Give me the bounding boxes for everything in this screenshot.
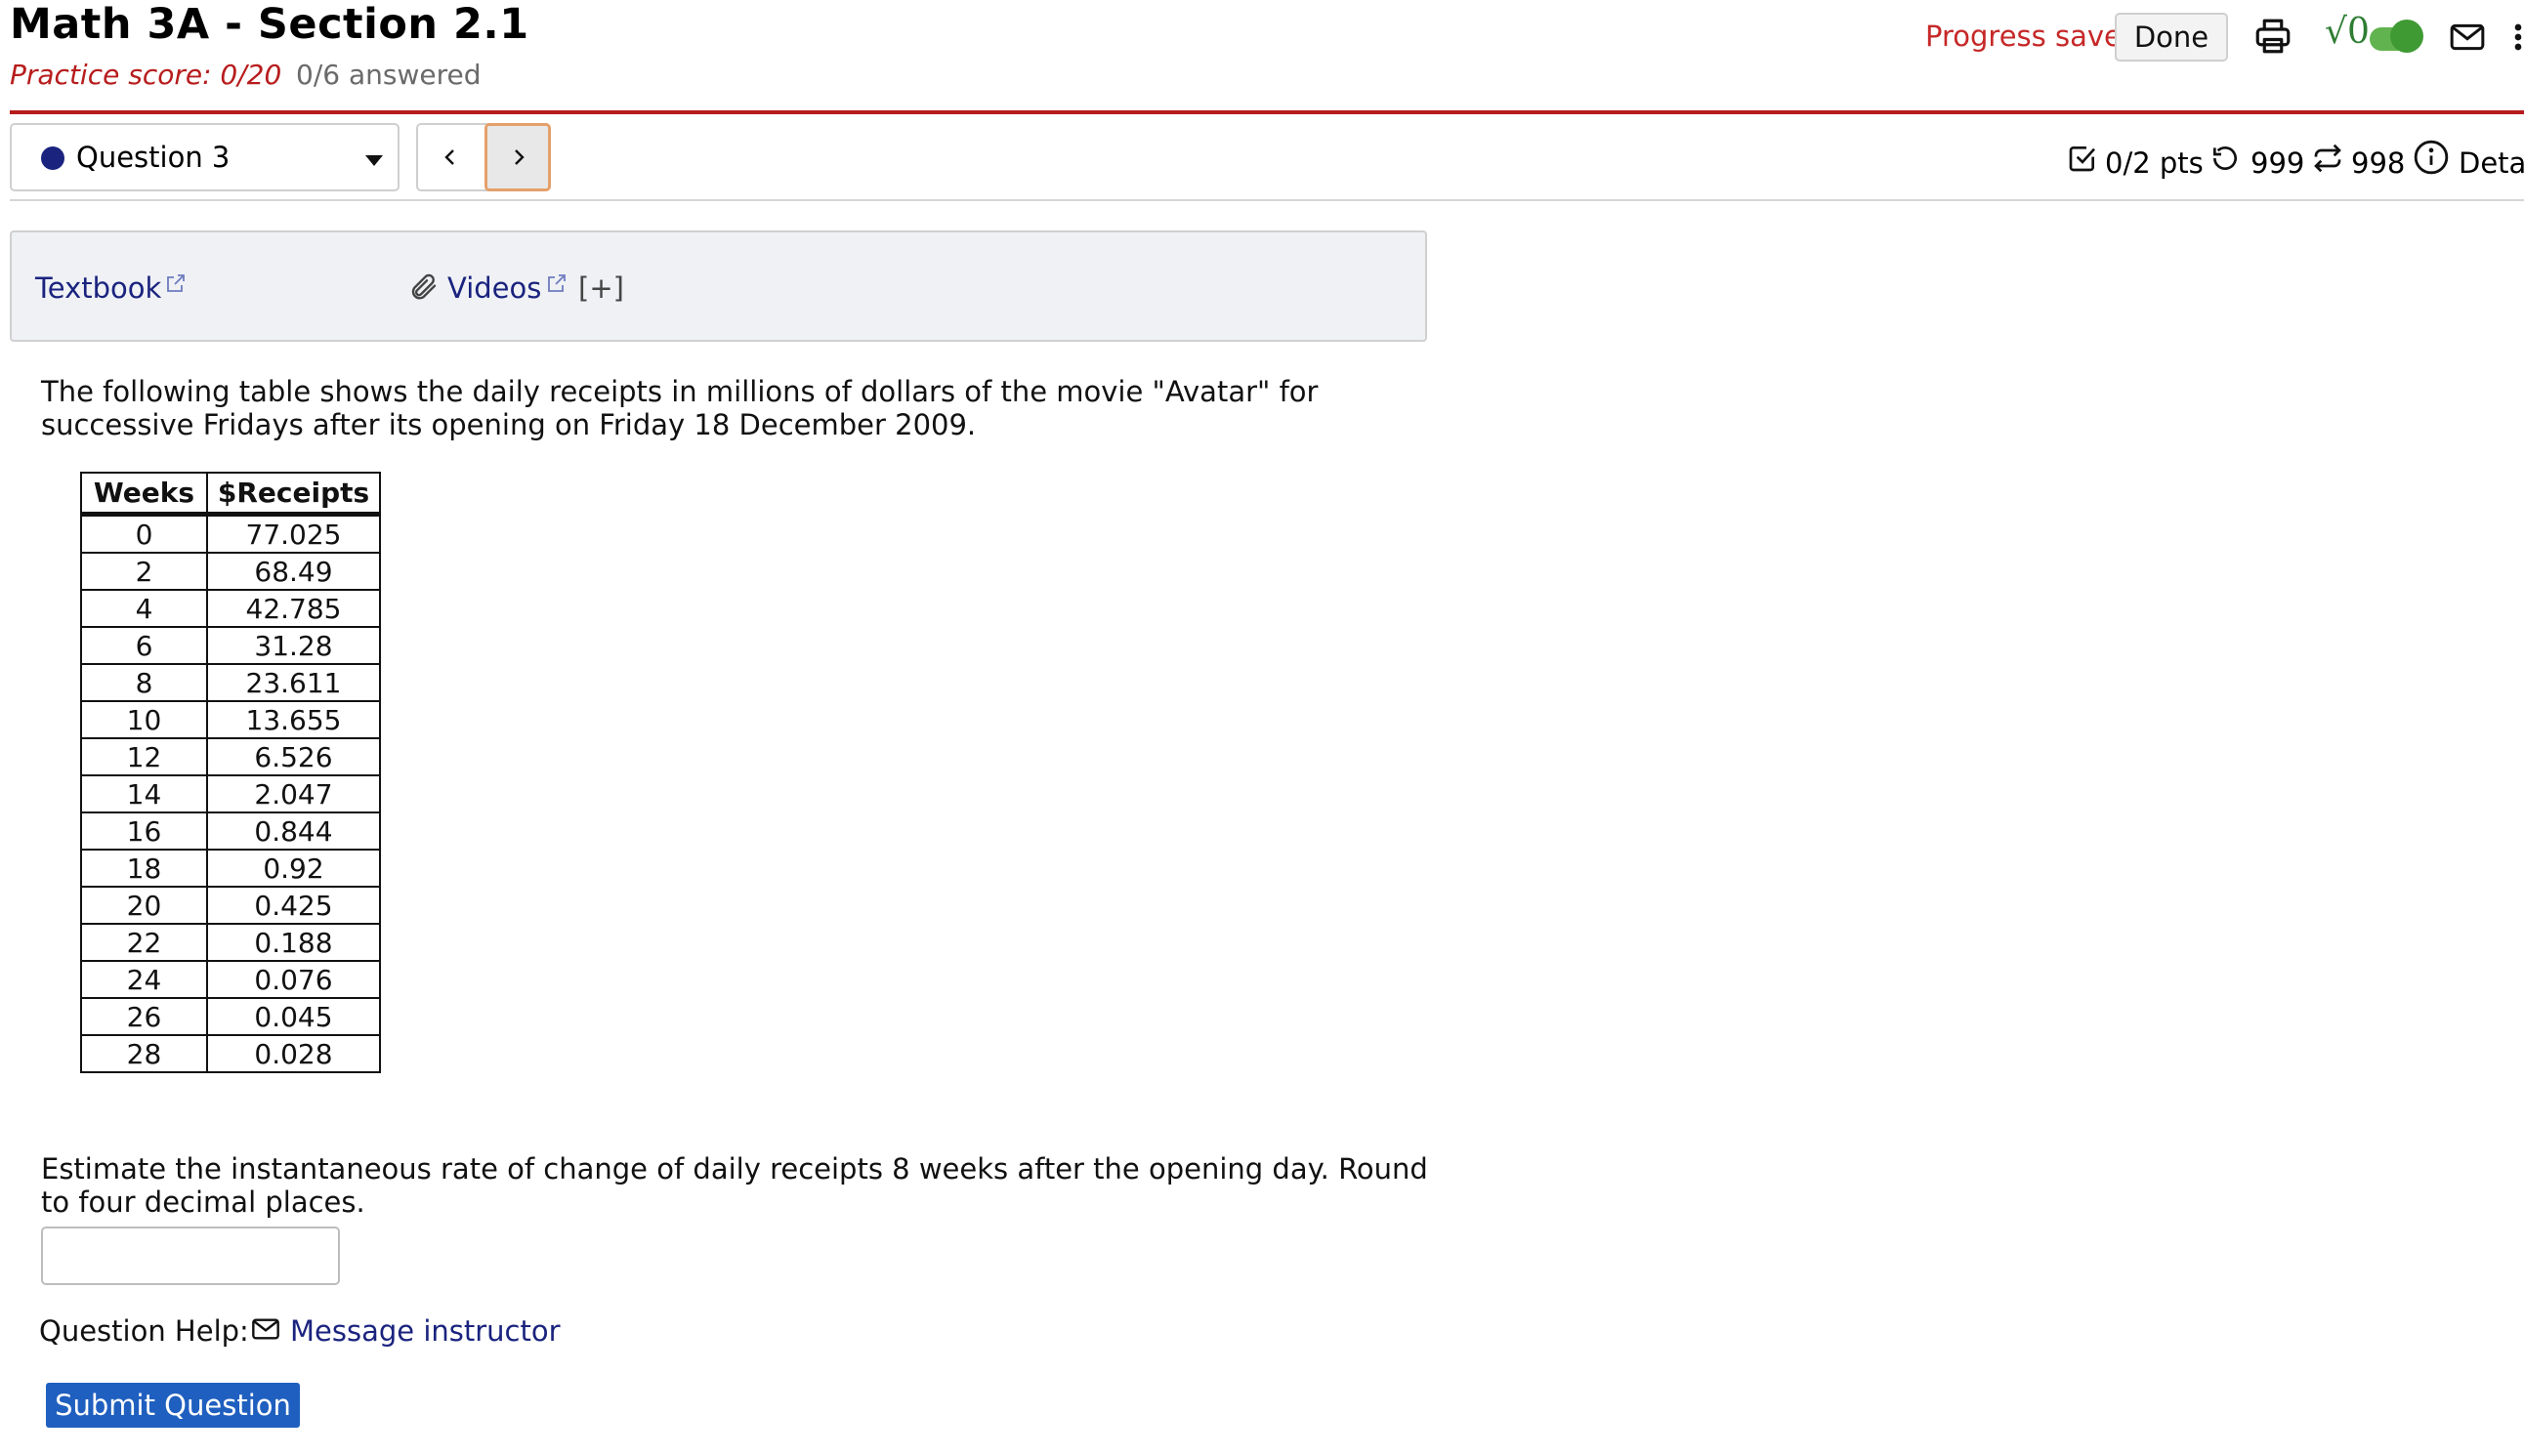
question-prompt: Estimate the instantaneous rate of chang…	[41, 1152, 1428, 1219]
weeks-cell: 20	[80, 886, 208, 925]
weeks-cell: 26	[80, 997, 208, 1036]
weeks-cell: 10	[80, 700, 208, 739]
weeks-cell: 8	[80, 663, 208, 702]
weeks-cell: 22	[80, 923, 208, 962]
table-row: 4 42.785	[80, 589, 381, 628]
help-resources-panel: Textbook Videos [+]	[10, 230, 1427, 342]
table-row: 8 23.611	[80, 663, 381, 702]
receipts-cell: 0.028	[206, 1034, 381, 1073]
weeks-cell: 24	[80, 960, 208, 999]
practice-score: Practice score: 0/20	[10, 59, 282, 91]
weeks-cell: 4	[80, 589, 208, 628]
header-divider	[10, 110, 2524, 114]
table-row: 0 77.025	[80, 513, 381, 554]
textbook-link[interactable]: Textbook	[35, 271, 161, 305]
videos-link[interactable]: Videos	[447, 271, 541, 305]
column-header-weeks: Weeks	[80, 472, 208, 517]
mail-icon	[250, 1313, 281, 1349]
checkbox-icon	[2067, 143, 2098, 178]
points-value: 0/2 pts	[2105, 146, 2204, 180]
receipts-cell: 0.425	[206, 886, 381, 925]
toggle-knob	[2390, 20, 2423, 53]
weeks-cell: 12	[80, 737, 208, 776]
attempts-remaining: 999	[2251, 146, 2305, 180]
expand-videos-toggle[interactable]: [+]	[578, 271, 624, 305]
table-header-row: Weeks $Receipts	[80, 472, 381, 517]
weeks-cell: 2	[80, 552, 208, 591]
receipts-cell: 6.526	[206, 737, 381, 776]
receipts-table: Weeks $Receipts 0 77.025 2 68.49 4 42.785 6…	[80, 472, 381, 1073]
table-row: 12 6.526	[80, 737, 381, 776]
info-icon[interactable]	[2413, 139, 2450, 180]
regen-icon	[2312, 143, 2343, 178]
weeks-cell: 6	[80, 626, 208, 665]
receipts-cell: 68.49	[206, 552, 381, 591]
question-selector[interactable]: Question 3	[10, 123, 400, 191]
question-selector-label: Question 3	[76, 141, 231, 174]
done-button[interactable]: Done	[2115, 13, 2228, 62]
mail-icon[interactable]	[2448, 18, 2487, 61]
print-icon[interactable]	[2252, 16, 2293, 61]
receipts-cell: 77.025	[206, 513, 381, 554]
weeks-cell: 0	[80, 513, 208, 554]
regens-remaining: 998	[2351, 146, 2406, 180]
question-status-dot	[41, 146, 64, 170]
caret-down-icon	[365, 155, 383, 166]
details-link[interactable]: Details	[2459, 146, 2524, 180]
submit-question-button[interactable]: Submit Question	[46, 1383, 300, 1428]
weeks-cell: 14	[80, 774, 208, 813]
table-row: 22 0.188	[80, 923, 381, 962]
weeks-cell: 18	[80, 849, 208, 888]
receipts-cell: 31.28	[206, 626, 381, 665]
chevron-right-icon	[515, 149, 525, 165]
table-row: 6 31.28	[80, 626, 381, 665]
receipts-cell: 0.844	[206, 811, 381, 851]
next-question-button[interactable]	[484, 123, 551, 191]
table-row: 24 0.076	[80, 960, 381, 999]
question-nav-group	[416, 123, 551, 191]
receipts-cell: 42.785	[206, 589, 381, 628]
weeks-cell: 28	[80, 1034, 208, 1073]
receipts-cell: 2.047	[206, 774, 381, 813]
retry-icon	[2209, 143, 2241, 178]
table-row: 14 2.047	[80, 774, 381, 813]
table-row: 20 0.425	[80, 886, 381, 925]
page-title: Math 3A - Section 2.1	[10, 0, 529, 49]
column-header-receipts: $Receipts	[206, 472, 381, 517]
message-instructor-link[interactable]: Message instructor	[290, 1314, 561, 1348]
weeks-cell: 16	[80, 811, 208, 851]
external-link-icon	[164, 271, 188, 299]
paperclip-icon	[407, 271, 439, 307]
table-row: 2 68.49	[80, 552, 381, 591]
question-help-label: Question Help:	[39, 1314, 249, 1348]
table-row: 16 0.844	[80, 811, 381, 851]
receipts-cell: 0.045	[206, 997, 381, 1036]
receipts-cell: 13.655	[206, 700, 381, 739]
external-link-icon	[545, 271, 568, 299]
previous-question-button[interactable]	[418, 125, 483, 189]
nav-divider	[10, 199, 2524, 201]
answered-count: 0/6 answered	[296, 59, 482, 91]
receipts-cell: 23.611	[206, 663, 381, 702]
more-vertical-icon[interactable]	[2512, 18, 2524, 61]
table-row: 18 0.92	[80, 849, 381, 888]
answer-input[interactable]	[41, 1227, 340, 1285]
app-root: Math 3A - Section 2.1 Practice score: 0/…	[0, 0, 2524, 1456]
receipts-cell: 0.92	[206, 849, 381, 888]
chevron-left-icon	[444, 149, 454, 165]
table-row: 28 0.028	[80, 1034, 381, 1073]
table-row: 26 0.045	[80, 997, 381, 1036]
sqrt-icon: √0	[2325, 12, 2370, 52]
question-intro: The following table shows the daily rece…	[41, 375, 1319, 441]
receipts-cell: 0.188	[206, 923, 381, 962]
table-row: 10 13.655	[80, 700, 381, 739]
receipts-cell: 0.076	[206, 960, 381, 999]
progress-saved-status: Progress saved	[1925, 20, 2140, 53]
